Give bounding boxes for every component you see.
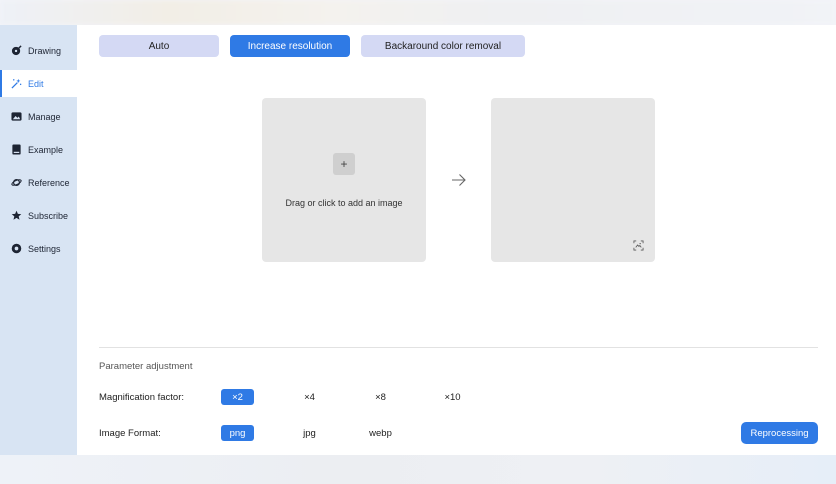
sidebar-item-example[interactable]: Example (0, 136, 77, 163)
magnification-option-x4[interactable]: ×4 (293, 389, 326, 405)
sidebar-item-reference[interactable]: Reference (0, 169, 77, 196)
sidebar-item-label: Settings (28, 243, 61, 254)
gear-icon (11, 243, 22, 254)
sidebar-item-settings[interactable]: Settings (0, 235, 77, 262)
tab-background-removal[interactable]: Backaround color removal (361, 35, 525, 57)
dropzone-prompt: Drag or click to add an image (285, 198, 403, 208)
app-window: Drawing Edit Manage Example Reference Su… (0, 25, 836, 455)
sidebar: Drawing Edit Manage Example Reference Su… (0, 25, 77, 455)
drawing-icon (11, 45, 22, 56)
backdrop-bottom (0, 455, 836, 484)
book-icon (11, 144, 22, 155)
sidebar-item-label: Subscribe (28, 210, 69, 221)
divider (99, 347, 818, 348)
main-panel: Auto Increase resolution Backaround colo… (77, 25, 836, 455)
tab-increase-resolution[interactable]: Increase resolution (230, 35, 350, 57)
magnification-option-x2[interactable]: ×2 (221, 389, 254, 405)
sidebar-item-edit[interactable]: Edit (0, 70, 77, 97)
sidebar-item-label: Drawing (28, 45, 62, 56)
sidebar-item-label: Reference (28, 177, 70, 188)
format-option-jpg[interactable]: jpg (293, 425, 326, 441)
magnification-option-x10[interactable]: ×10 (436, 389, 469, 405)
tab-auto[interactable]: Auto (99, 35, 219, 57)
result-preview (491, 98, 655, 262)
sidebar-item-label: Edit (28, 78, 44, 89)
format-label: Image Format: (99, 428, 161, 439)
image-preview-icon[interactable] (633, 240, 644, 251)
sidebar-item-label: Manage (28, 111, 61, 122)
magnification-label: Magnification factor: (99, 392, 185, 403)
orbit-icon (11, 177, 22, 188)
image-dropzone[interactable]: + Drag or click to add an image (262, 98, 426, 262)
reprocess-button[interactable]: Reprocessing (741, 422, 818, 444)
sidebar-item-subscribe[interactable]: Subscribe (0, 202, 77, 229)
format-option-webp[interactable]: webp (364, 425, 397, 441)
parameter-title: Parameter adjustment (99, 361, 193, 372)
magnification-option-x8[interactable]: ×8 (364, 389, 397, 405)
format-option-png[interactable]: png (221, 425, 254, 441)
add-image-button[interactable]: + (333, 153, 355, 175)
sidebar-item-label: Example (28, 144, 64, 155)
backdrop-top (0, 0, 836, 25)
mode-tabs: Auto Increase resolution Backaround colo… (99, 35, 525, 57)
arrow-right-icon (452, 174, 466, 186)
magic-wand-icon (11, 78, 22, 89)
star-icon (11, 210, 22, 221)
sidebar-item-drawing[interactable]: Drawing (0, 37, 77, 64)
image-icon (11, 111, 22, 122)
sidebar-item-manage[interactable]: Manage (0, 103, 77, 130)
